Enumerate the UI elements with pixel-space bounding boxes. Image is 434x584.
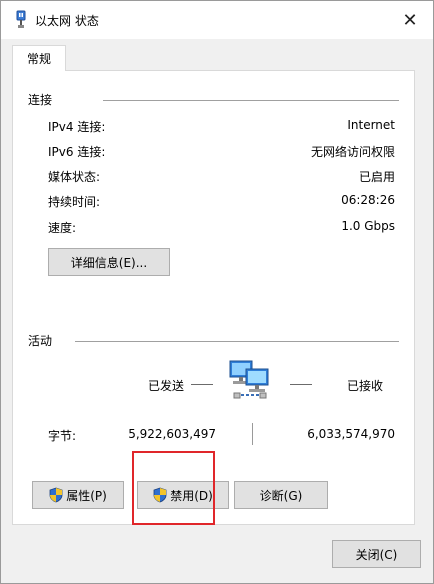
ipv6-label: IPv6 连接: xyxy=(48,145,106,159)
media-state-label: 媒体状态: xyxy=(48,170,101,184)
speed-value: 1.0 Gbps xyxy=(341,219,395,233)
uac-shield-icon xyxy=(49,487,63,503)
title-bar[interactable]: 以太网 状态 ✕ xyxy=(1,1,433,39)
sent-label: 已发送 xyxy=(148,379,185,393)
properties-button-label: 属性(P) xyxy=(66,488,107,503)
activity-section-title: 活动 xyxy=(28,334,53,348)
close-icon[interactable]: ✕ xyxy=(387,1,433,39)
tab-general[interactable]: 常规 xyxy=(12,45,66,71)
received-label: 已接收 xyxy=(347,379,384,393)
network-computers-icon xyxy=(229,360,269,399)
ethernet-status-window: 以太网 状态 ✕ 常规 连接 IPv4 连接: Internet IPv6 连接… xyxy=(0,0,434,584)
ipv6-value: 无网络访问权限 xyxy=(310,145,395,159)
media-state-value: 已启用 xyxy=(358,170,395,184)
ipv4-label: IPv4 连接: xyxy=(48,120,106,134)
connection-section-divider xyxy=(103,100,399,101)
disable-button-highlight xyxy=(132,451,215,525)
bytes-sent-value: 5,922,603,497 xyxy=(128,427,216,441)
close-button[interactable]: 关闭(C) xyxy=(332,540,421,568)
duration-label: 持续时间: xyxy=(48,195,101,209)
window-title: 以太网 状态 xyxy=(35,14,99,28)
sent-connector-line xyxy=(191,384,213,385)
speed-label: 速度: xyxy=(48,221,77,235)
details-button[interactable]: 详细信息(E)... xyxy=(48,248,170,276)
bytes-divider xyxy=(252,423,253,445)
ipv4-value: Internet xyxy=(347,118,395,132)
general-panel: 连接 IPv4 连接: Internet IPv6 连接: 无网络访问权限 媒体… xyxy=(12,70,415,525)
duration-value: 06:28:26 xyxy=(341,193,395,207)
network-adapter-icon xyxy=(16,10,26,28)
activity-section-divider xyxy=(75,341,399,342)
connection-section-title: 连接 xyxy=(28,93,53,107)
bytes-label: 字节: xyxy=(48,429,77,443)
diagnose-button[interactable]: 诊断(G) xyxy=(234,481,328,509)
properties-button[interactable]: 属性(P) xyxy=(32,481,124,509)
received-connector-line xyxy=(290,384,312,385)
bytes-received-value: 6,033,574,970 xyxy=(307,427,395,441)
